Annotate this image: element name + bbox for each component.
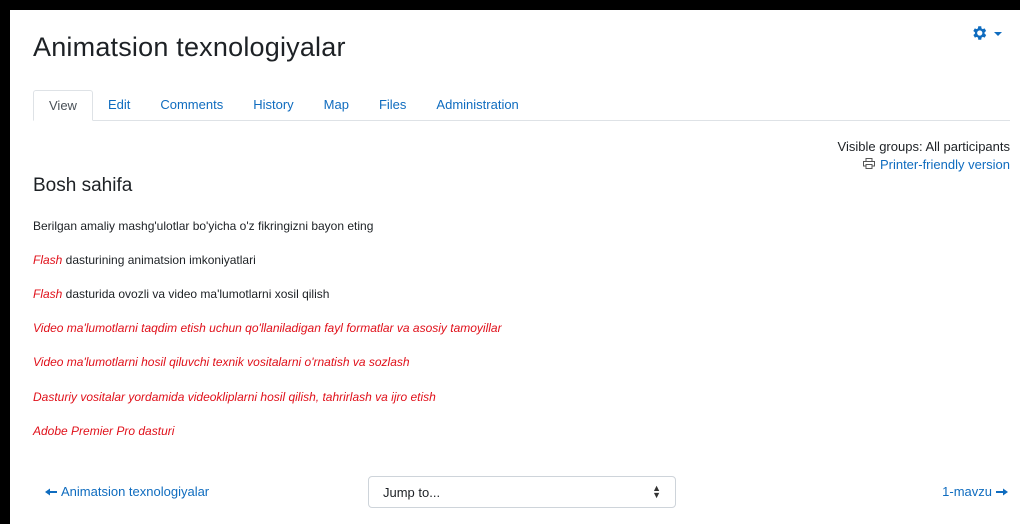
jump-to-placeholder: Jump to... <box>383 484 441 500</box>
chevron-down-icon <box>994 32 1002 36</box>
missing-page-link[interactable]: Flash <box>33 287 62 301</box>
select-arrows-icon: ▲ ▼ <box>652 483 661 500</box>
jump-to-select[interactable]: Jump to... ▲ ▼ <box>368 476 676 508</box>
page-title: Animatsion texnologiyalar <box>33 32 346 62</box>
tab-history[interactable]: History <box>238 90 308 120</box>
tab-view[interactable]: View <box>33 90 93 121</box>
content-intro: Berilgan amaliy mashg'ulotlar bo'yicha o… <box>33 219 374 233</box>
tab-administration[interactable]: Administration <box>421 90 533 120</box>
tab-bar: View Edit Comments History Map Files Adm… <box>33 90 1010 121</box>
settings-menu-button[interactable] <box>970 24 1002 42</box>
arrow-right-icon <box>996 484 1008 499</box>
missing-page-link[interactable]: Dasturiy vositalar yordamida videoklipla… <box>33 390 436 404</box>
arrow-left-icon <box>45 484 57 499</box>
content-line-flash-1: Flash dasturining animatsion imkoniyatla… <box>33 253 256 267</box>
next-activity-label: 1-mavzu <box>942 484 992 499</box>
gear-icon <box>970 24 988 42</box>
page-container: Animatsion texnologiyalar View Edit Comm… <box>10 10 1020 524</box>
content-text: dasturida ovozli va video ma'lumotlarni … <box>62 287 330 301</box>
tab-comments[interactable]: Comments <box>145 90 238 120</box>
missing-page-link[interactable]: Video ma'lumotlarni taqdim etish uchun q… <box>33 321 502 335</box>
tab-edit[interactable]: Edit <box>93 90 145 120</box>
printer-icon <box>862 157 875 172</box>
printer-friendly-label: Printer-friendly version <box>879 157 1010 172</box>
printer-friendly-link[interactable]: Printer-friendly version <box>862 157 1010 172</box>
previous-activity-label: Animatsion texnologiyalar <box>61 484 210 499</box>
content-line-flash-2: Flash dasturida ovozli va video ma'lumot… <box>33 287 329 301</box>
previous-activity-link[interactable]: Animatsion texnologiyalar <box>45 484 209 499</box>
missing-page-link[interactable]: Adobe Premier Pro dasturi <box>33 424 174 438</box>
missing-page-link[interactable]: Flash <box>33 253 62 267</box>
next-activity-link[interactable]: 1-mavzu <box>942 484 1008 499</box>
tab-map[interactable]: Map <box>309 90 364 120</box>
tab-files[interactable]: Files <box>364 90 421 120</box>
missing-page-link[interactable]: Video ma'lumotlarni hosil qiluvchi texni… <box>33 355 410 369</box>
wiki-page-heading: Bosh sahifa <box>33 175 133 196</box>
content-text: dasturining animatsion imkoniyatlari <box>62 253 256 267</box>
visible-groups-label: Visible groups: All participants <box>837 139 1010 154</box>
